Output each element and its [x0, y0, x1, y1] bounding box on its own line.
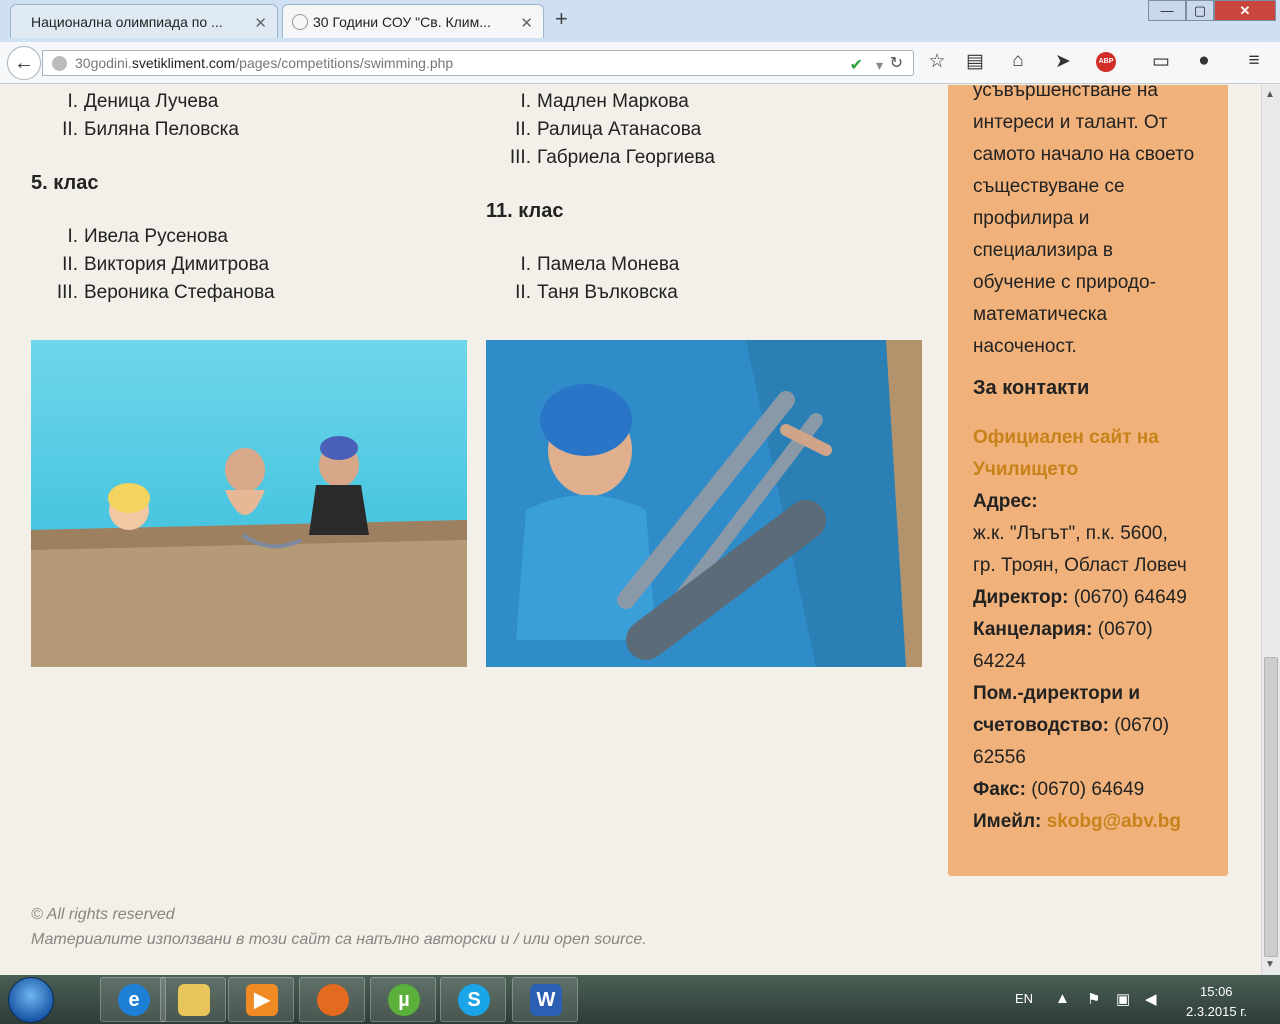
swimmer-ladder-photo[interactable]: [486, 340, 922, 667]
close-tab-icon[interactable]: ✕: [254, 14, 267, 32]
taskbar-media-player[interactable]: ▶: [228, 977, 294, 1022]
maximize-button[interactable]: ▢: [1186, 0, 1214, 21]
taskbar-utorrent[interactable]: µ: [370, 977, 436, 1022]
tab-title: 30 Години СОУ "Св. Клим...: [313, 14, 491, 30]
taskbar-skype[interactable]: S: [440, 977, 506, 1022]
language-indicator[interactable]: EN: [1015, 991, 1033, 1006]
grade-heading: 11. клас: [486, 200, 564, 222]
email-link[interactable]: skobg@abv.bg: [1041, 811, 1181, 832]
internet-explorer-icon: e: [118, 984, 150, 1016]
show-hidden-icons-icon[interactable]: ▲: [1055, 990, 1070, 1007]
swimmers-photo[interactable]: [31, 340, 467, 667]
scrollbar-thumb[interactable]: [1264, 657, 1278, 957]
volume-icon[interactable]: ◀: [1145, 990, 1157, 1008]
page-content: I. Деница Лучева II. Биляна Пеловска 5. кл…: [0, 85, 1261, 975]
reload-icon[interactable]: ↻: [890, 52, 903, 76]
word-icon: W: [530, 984, 562, 1016]
vertical-scrollbar[interactable]: ▲ ▼: [1261, 85, 1280, 975]
home-icon[interactable]: ⌂: [1004, 50, 1032, 72]
utorrent-icon: µ: [388, 984, 420, 1016]
site-favicon-icon: [292, 14, 308, 30]
folder-icon: [178, 984, 210, 1016]
bookmark-star-icon[interactable]: ☆: [923, 50, 951, 73]
globe-icon: [52, 56, 67, 71]
contacts-heading: За контакти: [973, 377, 1090, 399]
navigation-toolbar: ← 30godini.svetikliment.com/pages/compet…: [0, 42, 1280, 84]
tab-30-years[interactable]: 30 Години СОУ "Св. Клим... ✕: [282, 4, 544, 38]
official-site-link[interactable]: Официален сайт на Училището: [973, 422, 1213, 486]
media-player-icon: ▶: [246, 984, 278, 1016]
url-path: /pages/competitions/swimming.php: [235, 55, 454, 71]
new-tab-icon[interactable]: +: [555, 6, 568, 32]
scroll-up-icon[interactable]: ▲: [1265, 89, 1275, 100]
grade-heading: 5. клас: [31, 172, 99, 194]
clock-time[interactable]: 15:06: [1200, 984, 1233, 999]
close-window-button[interactable]: ✕: [1214, 0, 1276, 21]
adblock-icon[interactable]: ABP: [1096, 52, 1116, 72]
school-intro: усъвършенстване на интереси и талант. От…: [973, 85, 1195, 357]
firefox-icon: [317, 984, 349, 1016]
footer: © All rights reserved Материалите използ…: [31, 902, 647, 952]
skype-icon: S: [458, 984, 490, 1016]
window-icon[interactable]: ▭: [1147, 50, 1175, 73]
sidebar-panel: усъвършенстване на интереси и талант. От…: [948, 85, 1228, 876]
menu-icon[interactable]: ≡: [1240, 50, 1268, 72]
taskbar-firefox[interactable]: [299, 977, 365, 1022]
tab-olympiad[interactable]: Национална олимпиада по ... ✕: [10, 4, 278, 38]
taskbar-word[interactable]: W: [512, 977, 578, 1022]
clock-date[interactable]: 2.3.2015 г.: [1186, 1004, 1247, 1019]
taskbar-file-explorer[interactable]: [160, 977, 226, 1022]
scroll-down-icon[interactable]: ▼: [1265, 959, 1275, 970]
address-bar[interactable]: 30godini.svetikliment.com/pages/competit…: [42, 50, 914, 76]
minimize-button[interactable]: —: [1148, 0, 1186, 21]
back-arrow-icon[interactable]: ←: [7, 46, 41, 80]
send-icon[interactable]: ➤: [1049, 50, 1077, 73]
footer-note: Материалите използвани в този сайт са на…: [31, 931, 647, 948]
tab-bar: Национална олимпиада по ... ✕ 30 Години …: [0, 0, 1280, 42]
network-icon[interactable]: ▣: [1116, 990, 1130, 1008]
taskbar-internet-explorer[interactable]: e: [100, 977, 166, 1022]
url-host: svetikliment.com: [131, 55, 236, 71]
close-tab-icon[interactable]: ✕: [520, 14, 533, 32]
chevron-down-icon[interactable]: ▾: [876, 53, 883, 77]
copyright-text: © All rights reserved: [31, 906, 175, 923]
url-prefix: 30godini.: [75, 55, 132, 71]
verified-check-icon[interactable]: ✔: [850, 54, 863, 78]
contact-details: Адрес: ж.к. "Лъгът", п.к. 5600, гр. Троя…: [973, 491, 1187, 832]
chat-icon[interactable]: ●: [1190, 50, 1218, 72]
start-button[interactable]: [8, 977, 54, 1023]
action-center-flag-icon[interactable]: ⚑: [1087, 990, 1100, 1008]
tab-title: Национална олимпиада по ...: [31, 14, 223, 30]
bookmarks-list-icon[interactable]: ▤: [961, 50, 989, 73]
